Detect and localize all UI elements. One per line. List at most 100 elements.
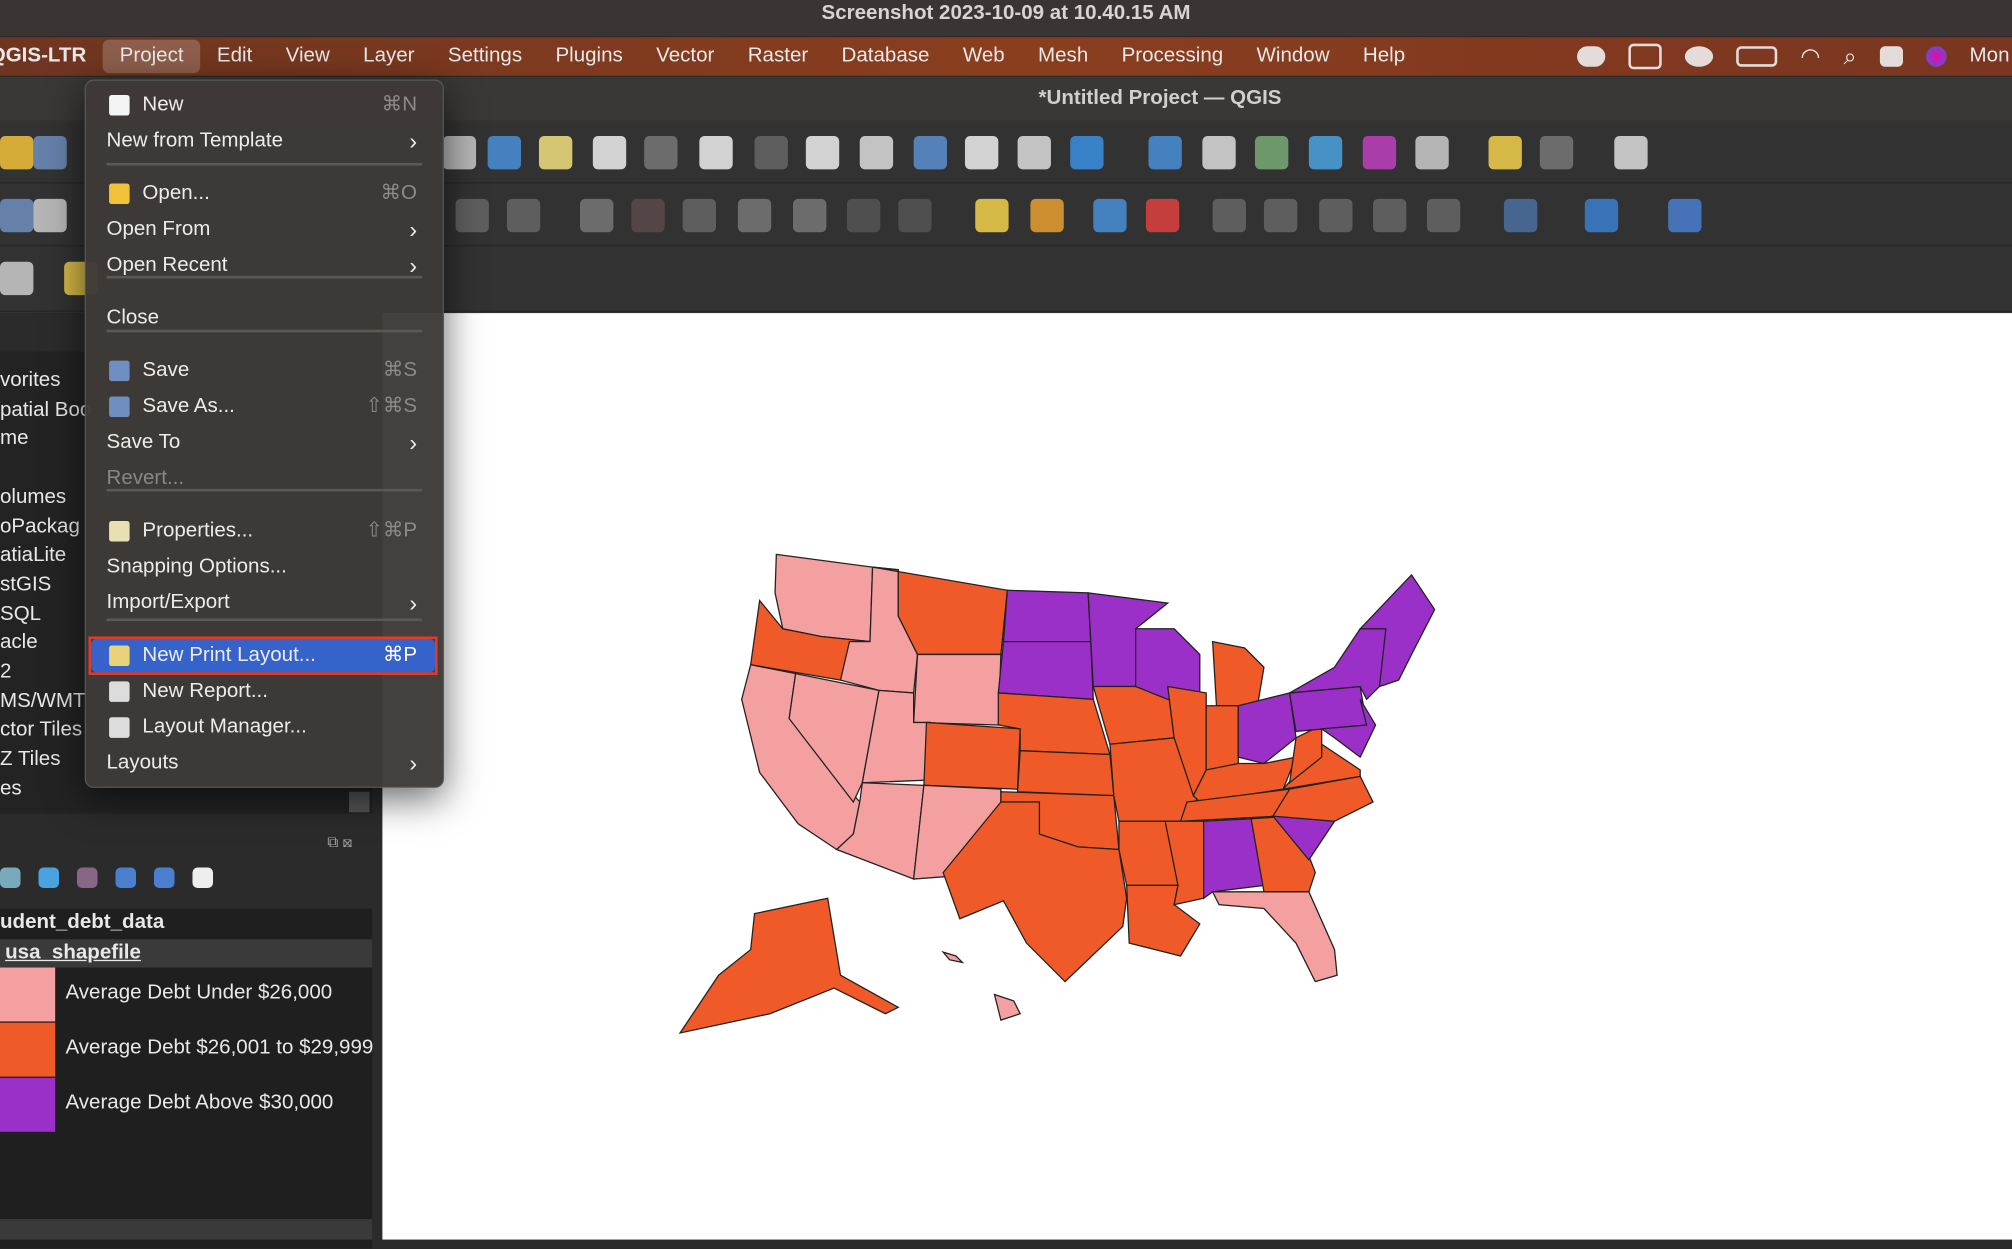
state-sd[interactable] (997, 640, 1094, 701)
toolbar-tool-icon[interactable] (898, 198, 932, 233)
menu-database[interactable]: Database (825, 40, 946, 73)
browser-item[interactable]: MS/WMT (0, 690, 86, 713)
state-wa[interactable] (774, 553, 874, 643)
collapse-all-icon[interactable] (153, 867, 175, 888)
menu-vector[interactable]: Vector (639, 40, 731, 73)
toolbar-tool-icon[interactable] (805, 136, 840, 170)
filter-icon[interactable] (38, 867, 60, 888)
menu-item-snapping-options[interactable]: Snapping Options... (91, 550, 435, 583)
clock[interactable]: Mon (1970, 45, 2010, 68)
toolbar-tool-icon[interactable] (1319, 198, 1353, 233)
toolbar-tool-icon[interactable] (1017, 136, 1051, 170)
browser-item[interactable]: vorites (0, 370, 60, 393)
wifi-icon[interactable]: ◠ (1800, 43, 1820, 70)
toolbar-tool-icon[interactable] (1202, 136, 1236, 170)
toolbar-tool-icon[interactable] (487, 136, 521, 170)
menu-item-open[interactable]: Open... ⌘O (91, 177, 435, 210)
toolbar-tool-icon[interactable] (1426, 198, 1461, 233)
menu-view[interactable]: View (269, 40, 346, 73)
toolbar-tool-icon[interactable] (442, 136, 477, 170)
toolbar-tool-icon[interactable] (644, 136, 678, 170)
state-ak[interactable] (678, 897, 900, 1034)
cloud-icon[interactable] (1577, 46, 1606, 67)
browser-item[interactable]: me (0, 428, 29, 451)
browser-item[interactable]: oPackag (0, 515, 80, 538)
scroll-down-button[interactable] (349, 791, 370, 813)
toolbar-tool-icon[interactable] (33, 198, 67, 233)
shield-icon[interactable] (1684, 46, 1714, 67)
toolbar-tool-icon[interactable] (506, 198, 541, 233)
menu-item-save-as[interactable]: Save As... ⇧⌘S (91, 390, 435, 423)
expression-filter-icon[interactable] (76, 867, 98, 888)
menu-processing[interactable]: Processing (1105, 40, 1240, 73)
toolbar-tool-icon[interactable] (538, 136, 573, 170)
browser-item[interactable]: olumes (0, 486, 66, 509)
menu-settings[interactable]: Settings (431, 40, 539, 73)
menu-raster[interactable]: Raster (731, 40, 825, 73)
toolbar-tool-icon[interactable] (0, 136, 34, 170)
menu-item-layout-manager[interactable]: Layout Manager... (91, 711, 435, 744)
siri-icon[interactable] (1925, 46, 1947, 67)
state-fl[interactable] (1211, 891, 1338, 983)
toolbar-tool-icon[interactable] (682, 198, 717, 233)
expand-all-icon[interactable] (115, 867, 137, 888)
toolbar-tool-icon[interactable] (975, 198, 1009, 233)
browser-item[interactable]: 2 (0, 661, 11, 684)
browser-item[interactable]: stGIS (0, 573, 51, 596)
toolbar-tool-icon[interactable] (1030, 198, 1064, 233)
legend-entry[interactable]: Average Debt Above $30,000 (0, 1077, 372, 1133)
toolbar-tool-icon[interactable] (1584, 198, 1619, 233)
toolbar-tool-icon[interactable] (1503, 198, 1538, 233)
search-icon[interactable]: ⌕ (1844, 43, 1857, 70)
state-hi-islands[interactable] (941, 950, 965, 964)
browser-item[interactable]: patial Boo (0, 399, 91, 422)
state-hi[interactable] (993, 993, 1022, 1021)
butterfly-icon[interactable] (1628, 43, 1662, 70)
toolbar-tool-icon[interactable] (580, 198, 614, 233)
battery-icon[interactable] (1736, 46, 1778, 67)
browser-item[interactable]: atiaLite (0, 544, 66, 567)
menu-item-save[interactable]: Save ⌘S (91, 354, 435, 387)
toolbar-tool-icon[interactable] (1614, 136, 1648, 170)
toolbar-tool-icon[interactable] (1212, 198, 1246, 233)
menu-web[interactable]: Web (946, 40, 1021, 73)
state-oh[interactable] (1237, 692, 1297, 765)
toolbar-tool-icon[interactable] (754, 136, 788, 170)
menu-item-new-from-template[interactable]: New from Template › (91, 124, 435, 157)
toolbar-tool-icon[interactable] (33, 136, 67, 170)
toolbar-tool-icon[interactable] (964, 136, 999, 170)
menu-item-new-report[interactable]: New Report... (91, 675, 435, 708)
visibility-icon[interactable] (0, 867, 21, 888)
toolbar-tool-icon[interactable] (1362, 136, 1397, 170)
toolbar-tool-icon[interactable] (1308, 136, 1343, 170)
state-ks[interactable] (1016, 750, 1115, 797)
layer-group[interactable]: udent_debt_data (0, 911, 164, 934)
toolbar-tool-icon[interactable] (1415, 136, 1449, 170)
menu-help[interactable]: Help (1346, 40, 1422, 73)
toolbar-tool-icon[interactable] (1145, 198, 1180, 233)
toolbar-tool-icon[interactable] (846, 198, 881, 233)
toolbar-tool-icon[interactable] (1070, 136, 1104, 170)
toolbar-tool-icon[interactable] (1668, 198, 1702, 233)
toolbar-tool-icon[interactable] (0, 198, 34, 233)
toolbar-tool-icon[interactable] (913, 136, 948, 170)
toolbar-tool-icon[interactable] (1263, 198, 1298, 233)
remove-layer-icon[interactable] (192, 867, 214, 888)
browser-item[interactable]: acle (0, 632, 38, 655)
toolbar-tool-icon[interactable] (1539, 136, 1574, 170)
toolbar-tool-icon[interactable] (793, 198, 827, 233)
horizontal-scrollbar[interactable] (0, 1219, 373, 1240)
toolbar-tool-icon[interactable] (1254, 136, 1289, 170)
toolbar-tool-icon[interactable] (1373, 198, 1407, 233)
legend-entry[interactable]: Average Debt $26,001 to $29,999 (0, 1022, 373, 1078)
menu-item-layouts[interactable]: Layouts › (91, 747, 435, 780)
toolbar-tool-icon[interactable] (592, 136, 627, 170)
panel-float-close-icons[interactable]: ⧉ ⊠ (327, 833, 368, 851)
toolbar-tool-icon[interactable] (859, 136, 894, 170)
state-ny[interactable] (1289, 628, 1393, 701)
menu-layer[interactable]: Layer (346, 40, 431, 73)
toolbar-tool-icon[interactable] (1093, 198, 1127, 233)
toolbar-tool-icon[interactable] (737, 198, 772, 233)
menu-edit[interactable]: Edit (200, 40, 269, 73)
app-name[interactable]: QGIS-LTR (0, 40, 103, 73)
